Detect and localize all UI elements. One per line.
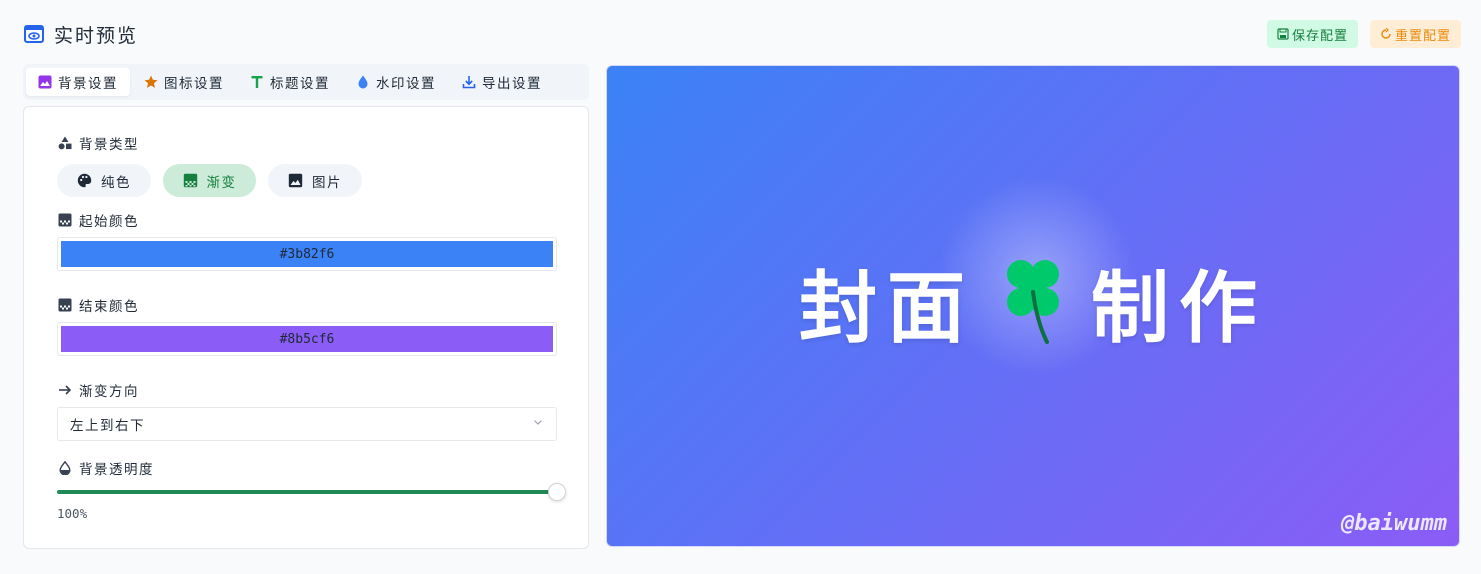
- tab-title-settings[interactable]: 标题设置: [238, 68, 342, 96]
- title-wrap: 实时预览: [24, 21, 138, 48]
- text-icon: [250, 75, 264, 89]
- refresh-icon: [1381, 28, 1391, 39]
- background-type-options: 纯色 渐变 图片: [57, 164, 362, 197]
- image-icon: [38, 75, 52, 89]
- type-gradient-label: 渐变: [206, 174, 237, 191]
- tab-label: 背景设置: [58, 76, 118, 92]
- type-image-label: 图片: [312, 174, 342, 191]
- tab-label: 标题设置: [270, 76, 330, 92]
- type-image-button[interactable]: 图片: [268, 164, 362, 197]
- palette-icon: [77, 173, 92, 188]
- gradient-direction-text: 渐变方向: [79, 384, 139, 400]
- tab-label: 图标设置: [164, 76, 224, 92]
- save-config-label: 保存配置: [1291, 28, 1348, 44]
- end-color-picker[interactable]: #8b5cf6: [57, 322, 557, 356]
- start-color-picker[interactable]: #3b82f6: [57, 237, 557, 271]
- page-title: 实时预览: [54, 24, 139, 47]
- start-color-swatch: #3b82f6: [61, 241, 553, 267]
- background-type-text: 背景类型: [79, 137, 139, 153]
- clover-icon: [993, 252, 1073, 352]
- opacity-droplet-icon: [58, 461, 72, 475]
- star-icon: [144, 75, 158, 89]
- preview-title: 封面 制作: [607, 246, 1459, 358]
- watermark-text: @baiwumm: [1341, 511, 1447, 536]
- eye-icon: [24, 24, 44, 44]
- type-gradient-button[interactable]: 渐变: [163, 164, 256, 197]
- end-color-swatch: #8b5cf6: [61, 326, 553, 352]
- chevron-down-icon: [532, 416, 544, 432]
- save-config-button[interactable]: 保存配置: [1266, 20, 1358, 48]
- tab-watermark-settings[interactable]: 水印设置: [344, 68, 448, 96]
- tab-label: 水印设置: [376, 76, 436, 92]
- end-color-text: 结束颜色: [79, 299, 139, 315]
- droplet-icon: [356, 75, 370, 89]
- gradient-direction-select[interactable]: 左上到右下: [57, 407, 557, 441]
- preview-title-right: 制作: [1091, 264, 1268, 354]
- header: 实时预览 保存配置 重置配置: [24, 18, 1461, 50]
- gradient-direction-value: 左上到右下: [70, 418, 145, 434]
- tab-label: 导出设置: [482, 76, 542, 92]
- slider-fill: [57, 490, 557, 494]
- type-solid-button[interactable]: 纯色: [57, 164, 151, 197]
- tab-icon-settings[interactable]: 图标设置: [132, 68, 236, 96]
- download-icon: [462, 75, 476, 89]
- opacity-text: 背景透明度: [79, 462, 154, 478]
- opacity-value: 100%: [57, 506, 88, 521]
- start-color-text: 起始颜色: [79, 214, 139, 230]
- reset-config-button[interactable]: 重置配置: [1369, 20, 1461, 48]
- start-color-label: 起始颜色: [58, 210, 139, 230]
- header-actions: 保存配置 重置配置: [1266, 20, 1461, 48]
- image-icon: [288, 173, 303, 188]
- settings-tabs: 背景设置 图标设置 标题设置 水印设置 导出设置: [23, 64, 589, 100]
- gradient-direction-label: 渐变方向: [58, 380, 139, 400]
- slider-thumb[interactable]: [548, 483, 566, 501]
- tab-export-settings[interactable]: 导出设置: [450, 68, 554, 96]
- save-icon: [1277, 28, 1289, 40]
- background-settings-panel: 背景类型 纯色 渐变 图片 起始颜色 #3b82f6 结束颜色 #8b5cf6 …: [23, 106, 589, 549]
- tab-background-settings[interactable]: 背景设置: [26, 68, 130, 96]
- end-color-label: 结束颜色: [58, 295, 139, 315]
- opacity-slider[interactable]: [57, 483, 566, 501]
- gradient-icon: [58, 213, 72, 227]
- arrow-right-icon: [58, 383, 72, 397]
- cover-preview: 封面 制作 @baiwumm: [606, 65, 1460, 547]
- gradient-icon: [58, 298, 72, 312]
- background-type-label: 背景类型: [58, 133, 139, 153]
- gradient-icon: [183, 173, 198, 188]
- shapes-icon: [58, 136, 72, 150]
- reset-config-label: 重置配置: [1394, 28, 1451, 44]
- opacity-label: 背景透明度: [58, 458, 154, 478]
- type-solid-label: 纯色: [101, 174, 131, 191]
- preview-title-left: 封面: [798, 264, 975, 354]
